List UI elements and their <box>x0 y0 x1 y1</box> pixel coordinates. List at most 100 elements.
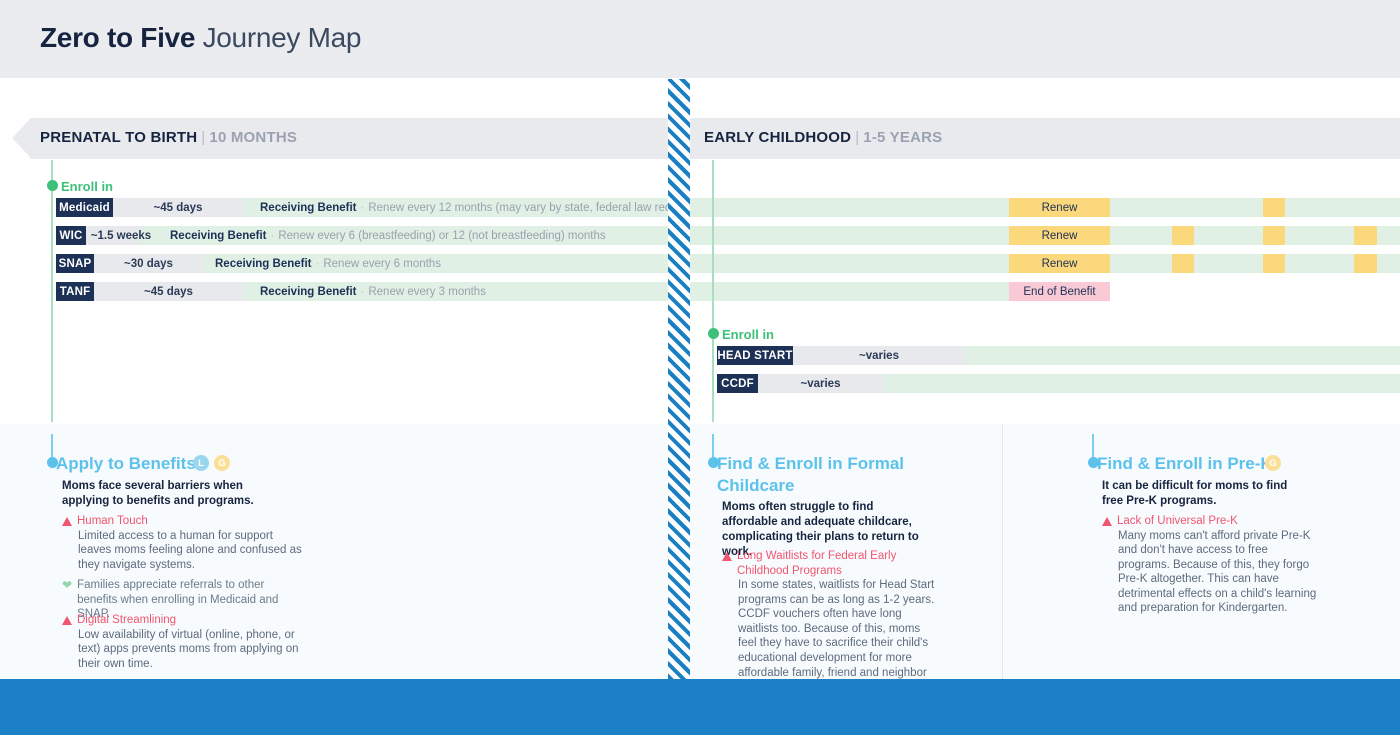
pain-point-body: Low availability of virtual (online, pho… <box>78 628 299 670</box>
phase-duration-prenatal: 10 MONTHS <box>209 129 298 146</box>
benefit-segment-receiving5-wic <box>1377 226 1400 245</box>
benefit-renew-label-wic: Renew <box>1041 229 1078 242</box>
phase-label-prenatal: PRENATAL TO BIRTH | 10 MONTHS <box>40 129 297 146</box>
benefit-duration-text-wic: ~1.5 weeks <box>90 229 152 242</box>
benefit-row-wic: WIC ~1.5 weeks Receiving Benefit · Renew… <box>0 226 1400 245</box>
benefit-row-tanf: TANF ~45 days Receiving Benefit · Renew … <box>0 282 1400 301</box>
benefit-segment-receiving5-snap <box>1377 254 1400 273</box>
benefit-duration-text-snap: ~30 days <box>124 257 173 270</box>
pain-point-title: Long Waitlists for Federal Early Childho… <box>737 550 897 577</box>
benefit-segment-receiving-ccdf <box>883 374 1400 393</box>
benefit-status-text-medicaid: Receiving Benefit <box>260 201 357 214</box>
heart-icon: ❤ <box>62 578 73 592</box>
page-title-strong: Zero to Five <box>40 22 196 53</box>
benefit-tick-snap-2 <box>1263 254 1285 273</box>
phase-name-early-childhood: EARLY CHILDHOOD <box>704 129 852 146</box>
warning-triangle-icon <box>62 613 72 628</box>
benefit-renew-label-medicaid: Renew <box>1041 201 1078 214</box>
badge-local-icon: L <box>193 455 209 471</box>
benefit-chip-medicaid: Medicaid <box>56 198 113 217</box>
stage-lede-apply-to-benefits: Moms face several barriers when applying… <box>62 480 254 507</box>
enroll-label-prenatal: Enroll in <box>61 179 113 194</box>
benefit-status-separator-snap: · <box>315 257 320 270</box>
benefit-segment-receiving3-wic <box>1194 226 1263 245</box>
benefit-status-separator-medicaid: · <box>360 201 365 214</box>
phase-separator-early-childhood: | <box>855 129 860 146</box>
pain-point-header: Human Touch <box>62 514 302 529</box>
phase-band-notch <box>12 118 31 158</box>
benefit-tick-snap-3 <box>1354 254 1377 273</box>
stage-lede-pre-k: It can be difficult for moms to find fre… <box>1102 480 1288 507</box>
pain-point-digital-streamlining: Digital Streamlining Low availability of… <box>62 613 302 671</box>
benefit-status-medicaid: Receiving Benefit · Renew every 12 month… <box>260 198 680 217</box>
stage-badges-pre-k: G <box>1265 455 1281 471</box>
badge-government-icon: G <box>1265 455 1281 471</box>
benefit-duration-text-head-start: ~varies <box>859 349 899 362</box>
stage-title-formal-childcare: Find & Enroll in Formal Childcare <box>717 454 904 495</box>
benefit-renewal-text-wic: Renew every 6 (breastfeeding) or 12 (not… <box>278 229 606 242</box>
benefit-tick-wic-3 <box>1354 226 1377 245</box>
benefit-end-label-tanf: End of Benefit <box>1023 285 1096 298</box>
pain-point-long-waitlists: Long Waitlists for Federal Early Childho… <box>722 549 937 679</box>
benefit-status-separator-tanf: · <box>360 285 365 298</box>
benefit-renew-label-snap: Renew <box>1041 257 1078 270</box>
benefit-renewal-text-medicaid: Renew every 12 months (may vary by state… <box>368 201 680 214</box>
phase-duration-early-childhood: 1-5 YEARS <box>863 129 943 146</box>
warning-triangle-icon <box>722 549 732 564</box>
benefit-status-separator-wic: · <box>270 229 275 242</box>
benefit-chip-ccdf: CCDF <box>717 374 758 393</box>
pain-point-header: Digital Streamlining <box>62 613 302 628</box>
benefit-tick-wic-1 <box>1172 226 1194 245</box>
benefit-status-tanf: Receiving Benefit · Renew every 3 months <box>260 282 720 301</box>
benefit-tick-medicaid-1 <box>1263 198 1285 217</box>
phase-divider-stripes <box>668 79 690 679</box>
pain-point-body: Limited access to a human for support le… <box>78 529 302 571</box>
pain-point-header: Lack of Universal Pre-K <box>1102 514 1317 529</box>
benefit-tick-wic-2 <box>1263 226 1285 245</box>
benefit-status-text-tanf: Receiving Benefit <box>260 285 357 298</box>
pain-point-human-touch: Human Touch Limited access to a human fo… <box>62 514 302 572</box>
benefit-duration-text-ccdf: ~varies <box>800 377 841 390</box>
warning-triangle-icon <box>62 514 72 529</box>
benefit-status-wic: Receiving Benefit · Renew every 6 (breas… <box>170 226 690 245</box>
benefit-chip-wic: WIC <box>56 226 86 245</box>
badge-government-icon: G <box>214 455 230 471</box>
benefit-duration-head-start: ~varies <box>793 346 965 365</box>
benefit-segment-receiving4-wic <box>1285 226 1354 245</box>
benefit-segment-receiving3-snap <box>1194 254 1263 273</box>
footer-bar <box>0 679 1400 735</box>
benefit-row-head-start: HEAD START ~varies <box>0 346 1400 365</box>
benefit-row-snap: SNAP ~30 days Receiving Benefit · Renew … <box>0 254 1400 273</box>
benefit-duration-snap: ~30 days <box>94 254 203 273</box>
benefit-chip-snap: SNAP <box>56 254 94 273</box>
timeline-start-dot-prenatal <box>46 180 58 191</box>
pain-point-body: Many moms can't afford private Pre-K and… <box>1118 529 1317 615</box>
pain-point-title: Human Touch <box>77 515 148 527</box>
page-title-light: Journey Map <box>195 22 362 53</box>
journey-map-page: Zero to Five Journey Map PRENATAL TO BIR… <box>0 0 1400 735</box>
benefit-duration-medicaid: ~45 days <box>113 198 243 217</box>
benefit-duration-text-medicaid: ~45 days <box>153 201 203 214</box>
benefit-tick-snap-1 <box>1172 254 1194 273</box>
benefit-segment-receiving2-snap <box>1110 254 1172 273</box>
phase-label-early-childhood: EARLY CHILDHOOD | 1-5 YEARS <box>704 129 942 146</box>
benefit-segment-receiving2-wic <box>1110 226 1172 245</box>
stage-title-pre-k: Find & Enroll in Pre-K <box>1097 454 1273 473</box>
stage-badges-apply-to-benefits: L G <box>193 455 230 471</box>
benefit-duration-text-tanf: ~45 days <box>144 285 193 298</box>
benefit-segment-receiving3-medicaid <box>1285 198 1400 217</box>
pain-point-title: Digital Streamlining <box>77 614 177 626</box>
pain-point-body: In some states, waitlists for Head Start… <box>738 579 935 679</box>
benefit-segment-receiving2-medicaid <box>1110 198 1263 217</box>
pain-point-header: Long Waitlists for Federal Early Childho… <box>722 549 937 578</box>
benefit-row-ccdf: CCDF ~varies <box>0 374 1400 393</box>
enroll-label-early-childhood: Enroll in <box>722 327 774 342</box>
benefit-duration-ccdf: ~varies <box>758 374 883 393</box>
pain-point-lack-of-universal-pre-k: Lack of Universal Pre-K Many moms can't … <box>1102 514 1317 616</box>
benefit-segment-receiving-head-start <box>965 346 1400 365</box>
benefit-row-medicaid: Medicaid ~45 days Receiving Benefit · Re… <box>0 198 1400 217</box>
pain-point-title: Lack of Universal Pre-K <box>1117 515 1238 527</box>
phase-separator-prenatal: | <box>201 129 206 146</box>
benefit-renewal-text-snap: Renew every 6 months <box>323 257 441 270</box>
page-title: Zero to Five Journey Map <box>40 22 361 54</box>
